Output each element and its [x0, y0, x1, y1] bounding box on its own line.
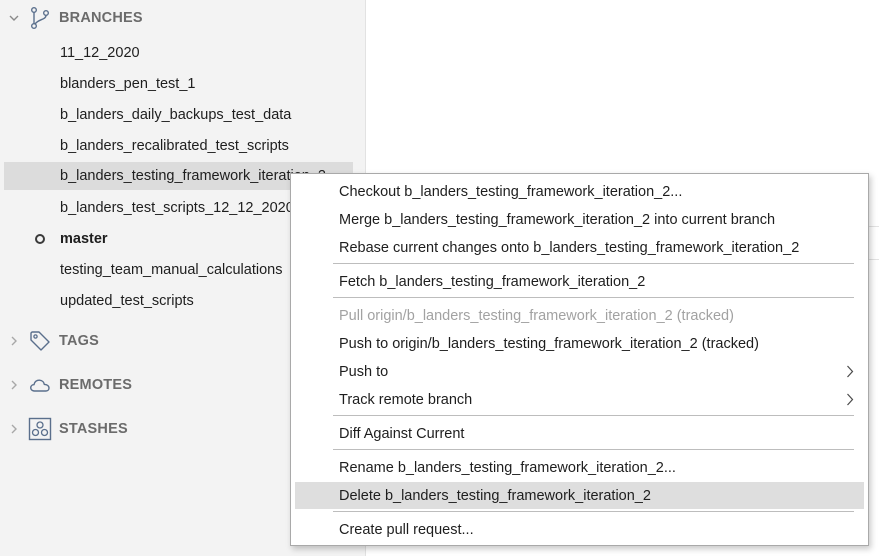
menu-item-label: Push to origin/b_landers_testing_framewo…: [339, 335, 759, 352]
menu-item-track-remote[interactable]: Track remote branch: [295, 386, 864, 413]
menu-separator: [333, 511, 854, 512]
submenu-arrow-icon: [847, 393, 854, 406]
branch-label: b_landers_daily_backups_test_data: [60, 107, 292, 123]
submenu-arrow-icon: [847, 365, 854, 378]
menu-item-label: Checkout b_landers_testing_framework_ite…: [339, 183, 683, 200]
menu-item-label: Rebase current changes onto b_landers_te…: [339, 239, 800, 256]
menu-item-delete[interactable]: Delete b_landers_testing_framework_itera…: [295, 482, 864, 509]
branch-label: b_landers_test_scripts_12_12_2020: [60, 200, 294, 216]
branch-label: b_landers_testing_framework_iteration_2: [60, 168, 326, 184]
branch-item[interactable]: 11_12_2020: [4, 39, 353, 67]
branch-label: 11_12_2020: [60, 45, 140, 61]
chevron-down-icon[interactable]: [8, 12, 20, 24]
cloud-icon: [30, 379, 50, 392]
menu-item-checkout[interactable]: Checkout b_landers_testing_framework_ite…: [295, 178, 864, 205]
menu-item-push-tracked[interactable]: Push to origin/b_landers_testing_framewo…: [295, 330, 864, 357]
section-label-branches: BRANCHES: [59, 10, 143, 26]
menu-item-fetch[interactable]: Fetch b_landers_testing_framework_iterat…: [295, 268, 864, 295]
menu-item-merge[interactable]: Merge b_landers_testing_framework_iterat…: [295, 206, 864, 233]
menu-item-label: Push to: [339, 363, 389, 380]
section-header-branches[interactable]: BRANCHES: [0, 3, 366, 33]
menu-separator: [333, 263, 854, 264]
branch-label: b_landers_recalibrated_test_scripts: [60, 138, 289, 154]
chevron-right-icon[interactable]: [8, 379, 20, 391]
menu-separator: [333, 415, 854, 416]
section-label-stashes: STASHES: [59, 421, 128, 437]
branch-label: blanders_pen_test_1: [60, 76, 196, 92]
branch-item[interactable]: b_landers_daily_backups_test_data: [4, 101, 353, 129]
menu-item-create-pull-request[interactable]: Create pull request...: [295, 516, 864, 543]
branch-item[interactable]: blanders_pen_test_1: [4, 70, 353, 98]
section-label-remotes: REMOTES: [59, 377, 133, 393]
branch-item[interactable]: b_landers_recalibrated_test_scripts: [4, 132, 353, 160]
stash-icon: [28, 417, 52, 441]
git-branch-icon: [31, 7, 49, 30]
menu-item-push-to[interactable]: Push to: [295, 358, 864, 385]
menu-item-label: Diff Against Current: [339, 425, 465, 442]
menu-separator: [333, 449, 854, 450]
menu-item-rename[interactable]: Rename b_landers_testing_framework_itera…: [295, 454, 864, 481]
menu-item-diff-against-current[interactable]: Diff Against Current: [295, 420, 864, 447]
tag-icon: [30, 331, 50, 351]
section-label-tags: TAGS: [59, 333, 100, 349]
current-branch-indicator-icon: [35, 234, 45, 244]
menu-separator: [333, 297, 854, 298]
branch-label: testing_team_manual_calculations: [60, 262, 283, 278]
menu-item-rebase[interactable]: Rebase current changes onto b_landers_te…: [295, 234, 864, 261]
branch-label: updated_test_scripts: [60, 293, 194, 309]
branch-label: master: [60, 231, 108, 247]
menu-item-label: Delete b_landers_testing_framework_itera…: [339, 487, 651, 504]
menu-item-label: Create pull request...: [339, 521, 474, 538]
chevron-right-icon[interactable]: [8, 335, 20, 347]
menu-item-label: Rename b_landers_testing_framework_itera…: [339, 459, 676, 476]
chevron-right-icon[interactable]: [8, 423, 20, 435]
menu-item-label: Pull origin/b_landers_testing_framework_…: [339, 307, 734, 324]
menu-item-pull: Pull origin/b_landers_testing_framework_…: [295, 302, 864, 329]
menu-item-label: Track remote branch: [339, 391, 473, 408]
menu-item-label: Fetch b_landers_testing_framework_iterat…: [339, 273, 646, 290]
menu-item-label: Merge b_landers_testing_framework_iterat…: [339, 211, 776, 228]
branch-context-menu: Checkout b_landers_testing_framework_ite…: [290, 173, 869, 546]
